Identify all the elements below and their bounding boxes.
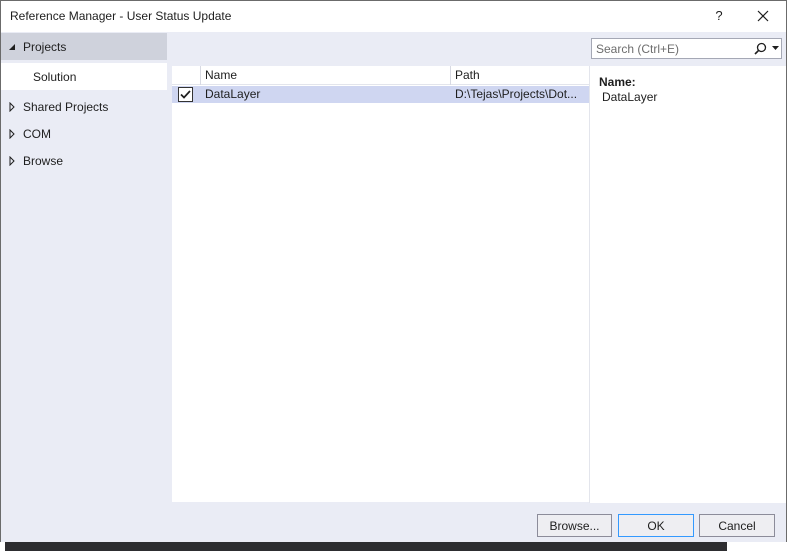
- search-input[interactable]: [592, 39, 751, 58]
- reference-manager-dialog: Reference Manager - User Status Update ?…: [0, 0, 787, 551]
- collapsed-arrow-icon[interactable]: [1, 155, 23, 166]
- nav-item-label: Solution: [33, 69, 77, 84]
- nav-item-projects[interactable]: Projects: [1, 33, 167, 60]
- background-strip: [0, 542, 787, 551]
- collapsed-arrow-icon[interactable]: [1, 128, 23, 139]
- nav-item-label: Browse: [23, 153, 64, 168]
- row-path-cell: D:\Tejas\Projects\Dot...: [455, 87, 578, 101]
- dialog-footer: Browse... OK Cancel: [1, 503, 786, 543]
- nav-item-label: Projects: [23, 39, 67, 54]
- detail-name-value: DataLayer: [602, 90, 658, 104]
- search-icon[interactable]: [751, 39, 769, 58]
- details-panel: Name: DataLayer: [589, 66, 786, 503]
- collapsed-arrow-icon[interactable]: [1, 101, 23, 112]
- nav-item-com[interactable]: COM: [1, 120, 167, 147]
- references-grid: Name Path DataLayer D:\Tejas\Projects\Do…: [172, 66, 589, 502]
- table-row[interactable]: DataLayer D:\Tejas\Projects\Dot...: [172, 86, 589, 103]
- nav-item-browse[interactable]: Browse: [1, 147, 167, 174]
- title-bar: Reference Manager - User Status Update ?: [1, 1, 786, 32]
- nav-item-shared-projects[interactable]: Shared Projects: [1, 93, 167, 120]
- detail-name-label: Name:: [599, 75, 636, 89]
- nav-item-label: COM: [23, 126, 51, 141]
- row-name-cell: DataLayer: [205, 87, 261, 101]
- ok-button[interactable]: OK: [618, 514, 694, 537]
- help-button[interactable]: ?: [705, 4, 733, 28]
- expanded-arrow-icon[interactable]: [1, 43, 23, 51]
- chevron-down-icon: [772, 46, 779, 50]
- nav-item-label: Shared Projects: [23, 99, 109, 114]
- close-button[interactable]: [749, 4, 777, 28]
- checkmark-icon: [180, 90, 191, 99]
- main-panel: Name Path DataLayer D:\Tejas\Projects\Do…: [167, 32, 786, 503]
- left-navigation: Projects Solution Shared Projects COM Br…: [1, 32, 167, 503]
- close-icon: [757, 10, 769, 22]
- nav-item-solution[interactable]: Solution: [1, 63, 167, 90]
- column-header-path[interactable]: Path: [450, 66, 589, 85]
- reference-checkbox[interactable]: [178, 87, 193, 102]
- grid-header: Name Path: [172, 66, 589, 85]
- search-options-dropdown[interactable]: [769, 39, 781, 58]
- window-title: Reference Manager - User Status Update: [10, 9, 232, 23]
- column-header-name[interactable]: Name: [200, 66, 450, 85]
- cancel-button[interactable]: Cancel: [699, 514, 775, 537]
- browse-button[interactable]: Browse...: [537, 514, 612, 537]
- search-box[interactable]: [591, 38, 782, 59]
